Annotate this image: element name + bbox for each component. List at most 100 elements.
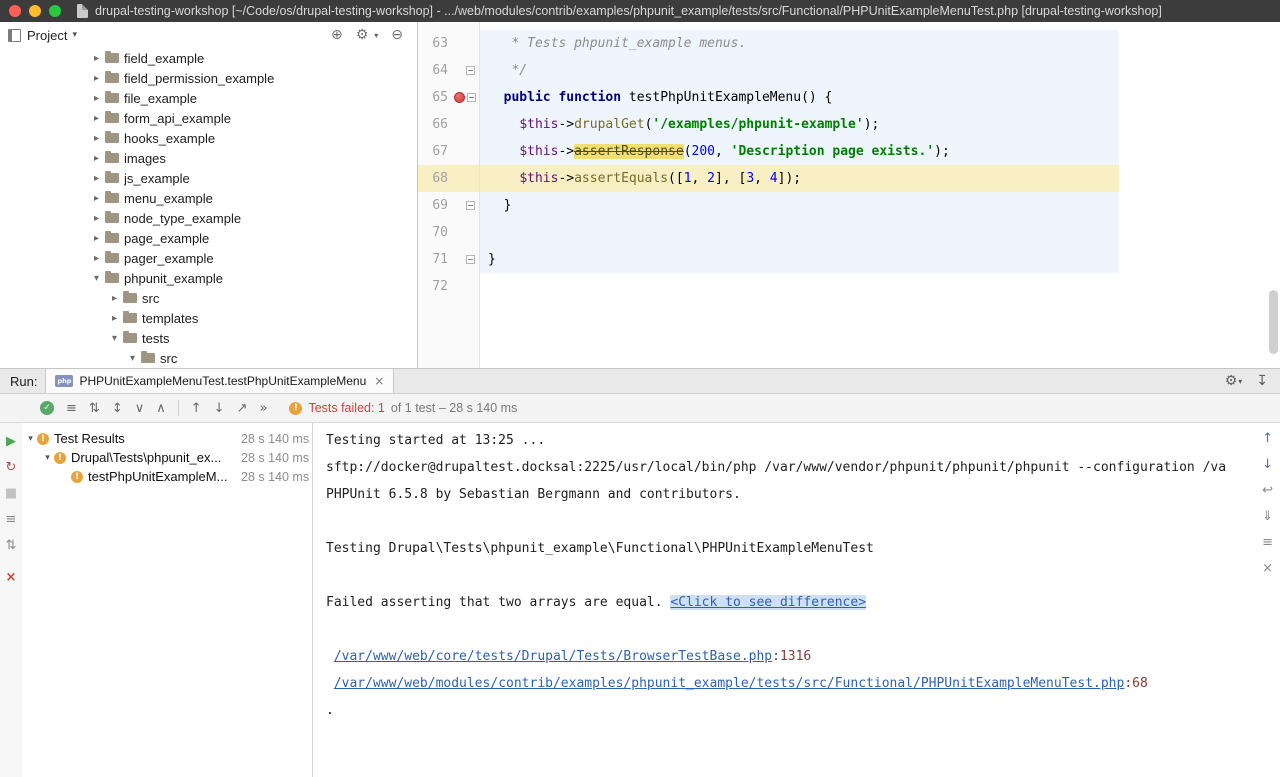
gutter-line-71[interactable]: 71 <box>418 246 479 273</box>
editor-scrollbar[interactable] <box>1269 290 1278 354</box>
code-line-63[interactable]: * Tests phpunit_example menus. <box>480 30 1119 57</box>
project-tree-item-images[interactable]: ▸images <box>0 148 417 168</box>
chevron-down-icon[interactable]: ▾ <box>108 333 121 344</box>
code-line-68[interactable]: $this->assertEquals([1, 2], [3, 4]); <box>480 165 1119 192</box>
collapse-all-button[interactable]: ∧ <box>156 401 166 416</box>
rerun-tests-button[interactable]: ▶ <box>6 435 16 449</box>
test-tree-item[interactable]: ▾!Drupal\Tests\phpunit_ex...28 s 140 ms <box>22 448 312 467</box>
chevron-right-icon[interactable]: ▸ <box>90 133 103 144</box>
chevron-down-icon[interactable]: ▾ <box>90 273 103 284</box>
project-tree-item-file_example[interactable]: ▸file_example <box>0 88 417 108</box>
chevron-right-icon[interactable]: ▸ <box>90 73 103 84</box>
console-link[interactable]: /var/www/web/core/tests/Drupal/Tests/Bro… <box>334 649 772 664</box>
previous-failed-test-button[interactable]: ↑ <box>191 401 202 416</box>
chevron-right-icon[interactable]: ▸ <box>90 153 103 164</box>
soft-wrap-button[interactable]: ↩ <box>1262 483 1273 498</box>
console-link[interactable]: /var/www/web/modules/contrib/examples/ph… <box>334 676 1125 691</box>
project-tree-item-js_example[interactable]: ▸js_example <box>0 168 417 188</box>
gutter-line-66[interactable]: 66 <box>418 111 479 138</box>
project-tree-item-form_api_example[interactable]: ▸form_api_example <box>0 108 417 128</box>
stop-button[interactable]: ■ <box>5 487 17 501</box>
project-tree-item-tests[interactable]: ▾tests <box>0 328 417 348</box>
next-occurrence-button[interactable]: ↓ <box>1262 457 1273 472</box>
print-button[interactable]: ≡ <box>1262 535 1273 550</box>
console-link[interactable]: <Click to see difference> <box>670 595 866 610</box>
chevron-right-icon[interactable]: ▸ <box>90 173 103 184</box>
code-line-64[interactable]: */ <box>480 57 1119 84</box>
test-tree-item[interactable]: !testPhpUnitExampleM...28 s 140 ms <box>22 467 312 486</box>
run-tab[interactable]: php PHPUnitExampleMenuTest.testPhpUnitEx… <box>45 369 394 393</box>
code-line-65[interactable]: public function testPhpUnitExampleMenu()… <box>480 84 1119 111</box>
gutter-line-65[interactable]: 65 <box>418 84 479 111</box>
chevron-right-icon[interactable]: ▸ <box>90 193 103 204</box>
clear-console-button[interactable]: × <box>1262 561 1273 576</box>
project-tree-item-hooks_example[interactable]: ▸hooks_example <box>0 128 417 148</box>
test-history-button[interactable]: ≡ <box>6 513 17 527</box>
gutter-line-68[interactable]: 68 <box>418 165 479 192</box>
minimize-window-button[interactable] <box>29 5 41 17</box>
code-line-72[interactable] <box>480 273 1119 300</box>
project-settings-button[interactable]: ⚙▾ <box>356 27 379 43</box>
project-tree-item-field_permission_example[interactable]: ▸field_permission_example <box>0 68 417 88</box>
sort-by-duration-button[interactable]: ⇅ <box>89 401 100 416</box>
gutter-line-67[interactable]: 67 <box>418 138 479 165</box>
show-passed-button[interactable]: ✓ <box>40 401 54 415</box>
sort-alphabetically-button[interactable]: ↕ <box>112 401 123 416</box>
gutter-line-64[interactable]: 64 <box>418 57 479 84</box>
hide-run-panel-button[interactable]: ↧ <box>1256 373 1268 389</box>
rerun-failed-tests-button[interactable]: ↻ <box>6 461 17 475</box>
scroll-to-end-button[interactable]: ⇓ <box>1262 509 1273 524</box>
run-console[interactable]: Testing started at 13:25 ...sftp://docke… <box>313 423 1280 777</box>
chevron-right-icon[interactable]: ▸ <box>108 293 121 304</box>
failed-test-gutter-icon[interactable] <box>454 92 465 103</box>
gutter-line-63[interactable]: 63 <box>418 30 479 57</box>
project-tree-item-src[interactable]: ▸src <box>0 288 417 308</box>
zoom-window-button[interactable] <box>49 5 61 17</box>
more-actions-button[interactable]: » <box>259 401 267 416</box>
gutter-line-69[interactable]: 69 <box>418 192 479 219</box>
show-output-button[interactable]: ≡ <box>66 401 77 416</box>
project-tree-item-pager_example[interactable]: ▸pager_example <box>0 248 417 268</box>
gutter-line-72[interactable]: 72 <box>418 273 479 300</box>
code-line-71[interactable]: } <box>480 246 1119 273</box>
run-settings-button[interactable]: ⚙▾ <box>1225 373 1243 389</box>
project-tree-item-menu_example[interactable]: ▸menu_example <box>0 188 417 208</box>
chevron-right-icon[interactable]: ▸ <box>90 93 103 104</box>
code-line-70[interactable] <box>480 219 1119 246</box>
project-tree-item-node_type_example[interactable]: ▸node_type_example <box>0 208 417 228</box>
locate-file-button[interactable]: ⊕ <box>331 27 343 43</box>
code-line-69[interactable]: } <box>480 192 1119 219</box>
close-window-button[interactable] <box>9 5 21 17</box>
chevron-right-icon[interactable]: ▸ <box>90 113 103 124</box>
next-failed-test-button[interactable]: ↓ <box>214 401 225 416</box>
project-tree-item-src[interactable]: ▾src <box>0 348 417 368</box>
open-source-button[interactable]: ↗ <box>237 401 248 416</box>
gutter-line-70[interactable]: 70 <box>418 219 479 246</box>
expand-all-button[interactable]: ∨ <box>135 401 145 416</box>
close-button[interactable]: × <box>6 571 17 585</box>
project-tree-item-field_example[interactable]: ▸field_example <box>0 48 417 68</box>
chevron-right-icon[interactable]: ▸ <box>90 233 103 244</box>
chevron-down-icon[interactable]: ▾ <box>72 30 77 40</box>
editor-gutter[interactable]: 63646566676869707172 <box>418 22 480 368</box>
test-tree-item[interactable]: ▾!Test Results28 s 140 ms <box>22 429 312 448</box>
code-line-67[interactable]: $this->assertResponse(200, 'Description … <box>480 138 1119 165</box>
chevron-right-icon[interactable]: ▸ <box>90 53 103 64</box>
project-tree-item-page_example[interactable]: ▸page_example <box>0 228 417 248</box>
chevron-right-icon[interactable]: ▸ <box>108 313 121 324</box>
chevron-down-icon[interactable]: ▾ <box>24 434 37 444</box>
fold-icon[interactable] <box>467 93 476 102</box>
chevron-down-icon[interactable]: ▾ <box>126 353 139 364</box>
code-line-66[interactable]: $this->drupalGet('/examples/phpunit-exam… <box>480 111 1119 138</box>
project-tree-item-templates[interactable]: ▸templates <box>0 308 417 328</box>
fold-icon[interactable] <box>466 66 475 75</box>
chevron-right-icon[interactable]: ▸ <box>90 253 103 264</box>
import-tests-button[interactable]: ⇅ <box>6 539 17 553</box>
fold-icon[interactable] <box>466 255 475 264</box>
prev-occurrence-button[interactable]: ↑ <box>1262 431 1273 446</box>
editor[interactable]: 63646566676869707172 * Tests phpunit_exa… <box>418 22 1280 368</box>
project-tree-item-phpunit_example[interactable]: ▾phpunit_example <box>0 268 417 288</box>
chevron-down-icon[interactable]: ▾ <box>41 453 54 463</box>
fold-icon[interactable] <box>466 201 475 210</box>
code-area[interactable]: * Tests phpunit_example menus. */ public… <box>480 22 1280 368</box>
